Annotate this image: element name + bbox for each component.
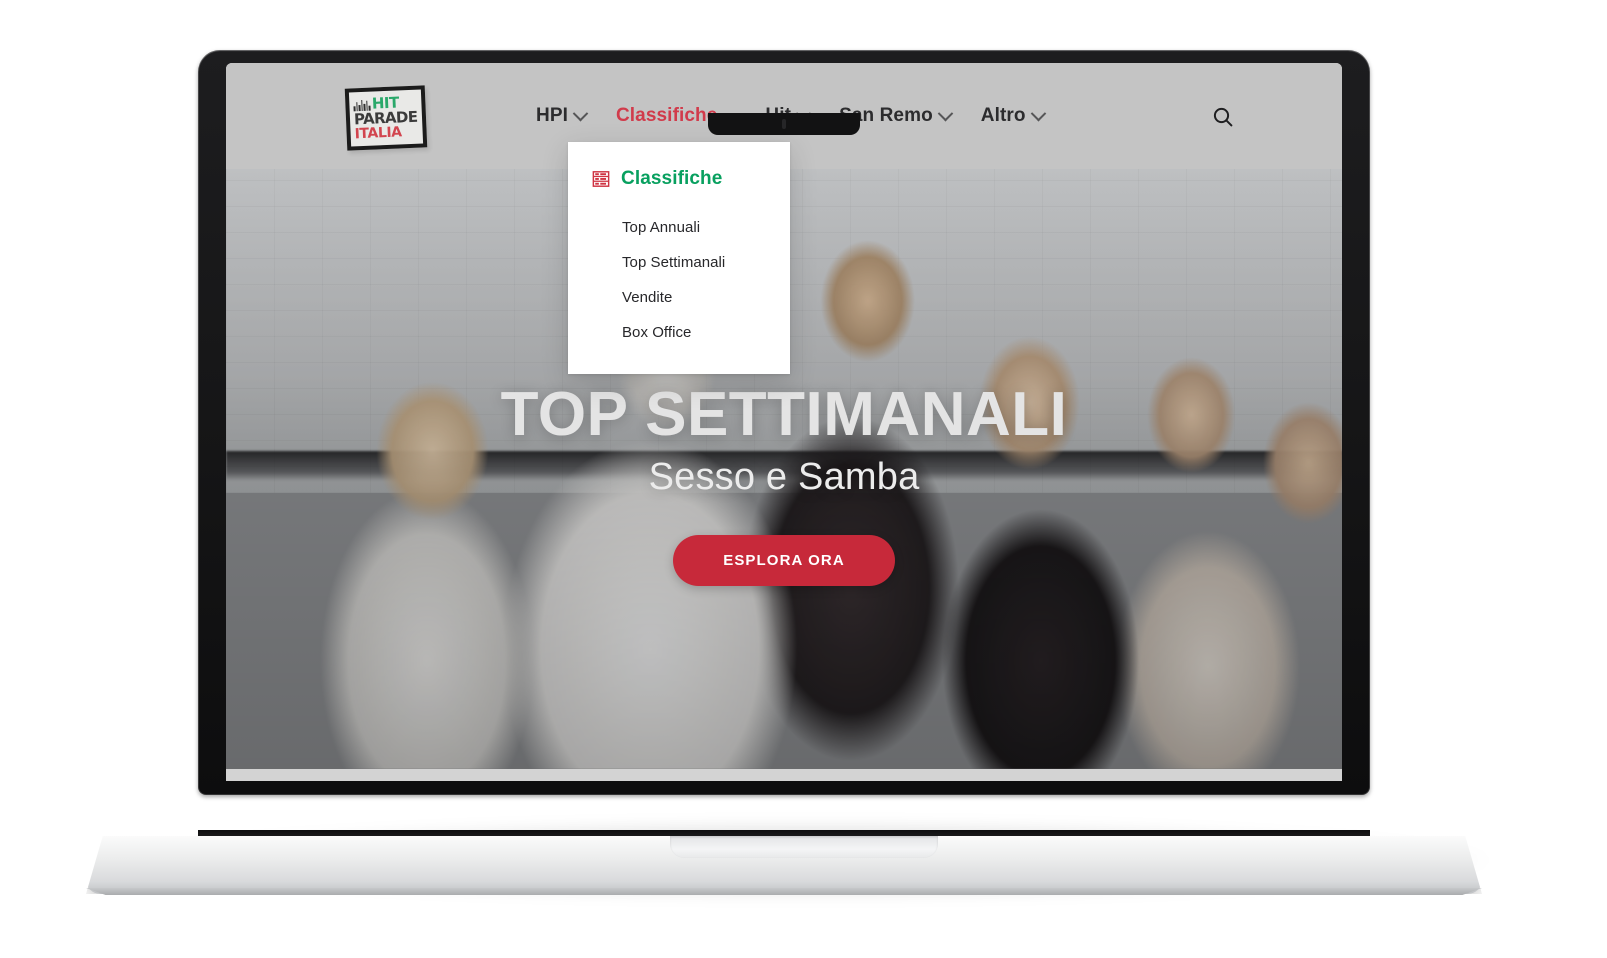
chevron-down-icon — [1030, 105, 1046, 121]
nav-item-altro[interactable]: Altro — [980, 105, 1046, 127]
camera-icon — [782, 119, 786, 129]
classifiche-dropdown-menu: Classifiche Top Annuali Top Settimanali … — [568, 142, 790, 374]
hero-title: TOP SETTIMANALI — [500, 380, 1068, 450]
hero-subtitle: Sesso e Samba — [648, 455, 920, 498]
dropdown-heading-label: Classifiche — [621, 168, 723, 189]
site-logo[interactable]: HIT PARADE ITALIA — [344, 85, 428, 151]
chevron-down-icon — [937, 105, 954, 121]
nav-label-hpi: HPI — [536, 105, 568, 126]
nav-label-classifiche: Classifiche — [615, 105, 718, 126]
chevron-down-icon — [572, 105, 589, 121]
logo-row-italia: ITALIA — [354, 124, 419, 143]
laptop-base-edge — [86, 888, 1482, 895]
nav-label-altro: Altro — [980, 105, 1026, 126]
page-bottom-strip — [226, 769, 1342, 781]
screenshot-stage: HIT PARADE ITALIA HPI Classifiche San Re… — [0, 0, 1607, 958]
dropdown-item-vendite[interactable]: Vendite — [568, 280, 790, 315]
logo-text-italia: ITALIA — [354, 124, 403, 143]
dropdown-item-box-office[interactable]: Box Office — [568, 315, 790, 350]
dropdown-item-top-settimanali[interactable]: Top Settimanali — [568, 245, 790, 280]
search-icon — [1213, 107, 1233, 127]
search-button[interactable] — [1208, 102, 1238, 132]
chart-table-icon — [592, 171, 610, 187]
dropdown-heading: Classifiche — [568, 168, 790, 190]
dropdown-item-top-annuali[interactable]: Top Annuali — [568, 210, 790, 245]
esplora-ora-button[interactable]: ESPLORA ORA — [673, 534, 895, 586]
webpage: HIT PARADE ITALIA HPI Classifiche San Re… — [226, 63, 1342, 781]
laptop-camera-notch — [708, 113, 860, 135]
nav-item-hpi[interactable]: HPI — [536, 105, 589, 127]
laptop-base-notch — [669, 836, 938, 858]
laptop-screen: HIT PARADE ITALIA HPI Classifiche San Re… — [226, 63, 1342, 781]
